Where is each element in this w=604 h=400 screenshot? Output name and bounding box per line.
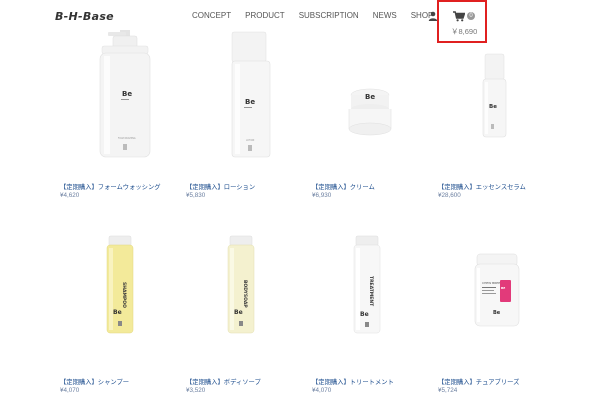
- product-name[interactable]: 【定期購入】エッセンスセラム: [438, 182, 526, 191]
- product-price: ¥4,070: [60, 387, 80, 394]
- product-image[interactable]: Be FOAM WASHING: [80, 28, 170, 168]
- cart-count-badge: 0: [467, 12, 475, 20]
- svg-text:Be: Be: [365, 93, 375, 101]
- bottle-label-treatment: TREATMENT: [368, 276, 374, 307]
- product-price: ¥4,620: [60, 192, 80, 199]
- product-image[interactable]: Be LOTION: [206, 28, 296, 168]
- product-name[interactable]: 【定期購入】フォームウォッシング: [60, 182, 161, 191]
- product-image[interactable]: BODYSOAP Be: [206, 230, 296, 370]
- product-name[interactable]: 【定期購入】ボディソープ: [186, 377, 261, 386]
- svg-text:LOTION: LOTION: [246, 139, 255, 142]
- product-image[interactable]: SHAMPOO Be: [80, 230, 170, 370]
- site-logo[interactable]: B-H-Base: [55, 10, 114, 23]
- product-image[interactable]: TREATMENT Be: [332, 230, 422, 370]
- product-price: ¥3,520: [186, 387, 206, 394]
- nav-concept[interactable]: CONCEPT: [192, 11, 231, 20]
- svg-text:Be: Be: [493, 310, 501, 316]
- cart-icon[interactable]: [453, 11, 465, 22]
- nav-product[interactable]: PRODUCT: [245, 11, 285, 20]
- svg-text:Be: Be: [489, 104, 497, 110]
- product-name[interactable]: 【定期購入】チュアブリーズ: [438, 377, 519, 386]
- svg-text:Be: Be: [234, 309, 243, 316]
- product-price: ¥4,070: [312, 387, 332, 394]
- product-name[interactable]: 【定期購入】ローション: [186, 182, 255, 191]
- svg-text:Be: Be: [113, 309, 122, 316]
- product-image[interactable]: CHEW BREEZE BE Be: [458, 230, 548, 370]
- nav-news[interactable]: NEWS: [373, 11, 397, 20]
- product-price: ¥6,930: [312, 192, 332, 199]
- svg-text:Be: Be: [245, 98, 255, 106]
- product-price: ¥5,830: [186, 192, 206, 199]
- product-name[interactable]: 【定期購入】クリーム: [312, 182, 375, 191]
- product-name[interactable]: 【定期購入】シャンプー: [60, 377, 129, 386]
- bottle-label-bodysoap: BODYSOAP: [242, 280, 248, 308]
- product-name[interactable]: 【定期購入】トリートメント: [312, 377, 394, 386]
- svg-text:Be: Be: [360, 311, 369, 318]
- product-image[interactable]: Be: [332, 28, 422, 168]
- product-image[interactable]: Be: [458, 28, 548, 168]
- svg-text:Be: Be: [122, 90, 132, 98]
- product-price: ¥28,600: [438, 192, 461, 199]
- svg-text:BE: BE: [501, 286, 505, 290]
- svg-text:FOAM WASHING: FOAM WASHING: [118, 137, 136, 140]
- product-price: ¥5,724: [438, 387, 458, 394]
- nav-subscription[interactable]: SUBSCRIPTION: [299, 11, 359, 20]
- main-nav: CONCEPT PRODUCT SUBSCRIPTION NEWS SHOP: [192, 11, 447, 20]
- bottle-label-shampoo: SHAMPOO: [121, 282, 127, 308]
